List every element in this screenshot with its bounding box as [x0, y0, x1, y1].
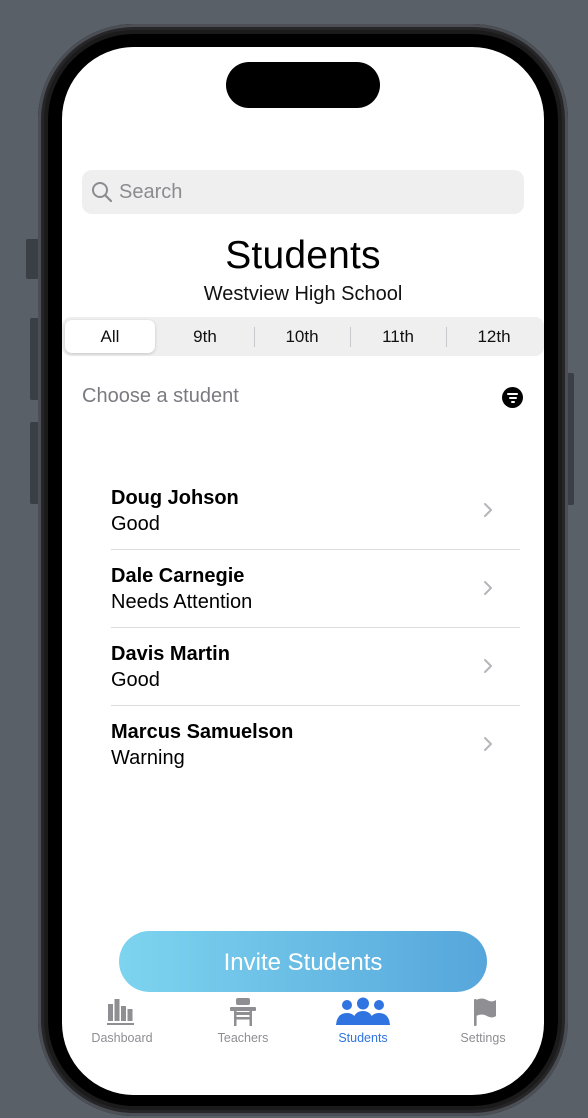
chevron-right-icon [484, 503, 492, 517]
student-row[interactable]: Marcus Samuelson Warning [111, 706, 520, 783]
tab-bar: Dashboard Teachers Students Settings [62, 997, 544, 1057]
tab-dashboard[interactable]: Dashboard [62, 997, 182, 1045]
filter-icon[interactable] [502, 387, 523, 408]
desk-icon [230, 998, 256, 1026]
tab-label: Teachers [217, 1031, 269, 1045]
chevron-right-icon [484, 659, 492, 673]
segment-11th[interactable]: 11th [351, 320, 445, 353]
screen: Students Westview High School All 9th 10… [62, 47, 544, 1095]
student-name: Davis Martin [111, 643, 230, 665]
tab-students[interactable]: Students [303, 997, 423, 1045]
tab-teachers[interactable]: Teachers [183, 997, 303, 1045]
segment-12th[interactable]: 12th [447, 320, 541, 353]
student-status: Good [111, 669, 160, 691]
books-icon [107, 999, 134, 1025]
student-list: Doug Johson Good Dale Carnegie Needs Att… [111, 472, 520, 783]
search-icon [92, 182, 113, 203]
list-header-label: Choose a student [82, 385, 239, 407]
people-icon [336, 997, 390, 1025]
segment-all[interactable]: All [65, 320, 155, 353]
grade-segmented-control: All 9th 10th 11th 12th [62, 317, 544, 356]
chevron-right-icon [484, 581, 492, 595]
flag-icon [474, 998, 496, 1026]
segment-10th[interactable]: 10th [255, 320, 349, 353]
student-status: Needs Attention [111, 591, 253, 613]
student-row[interactable]: Doug Johson Good [111, 472, 520, 550]
tab-label: Settings [460, 1031, 506, 1045]
tab-label: Students [338, 1031, 388, 1045]
student-name: Dale Carnegie [111, 565, 245, 587]
tab-settings[interactable]: Settings [423, 997, 543, 1045]
student-name: Doug Johson [111, 487, 239, 509]
tab-label: Dashboard [91, 1031, 153, 1045]
chevron-right-icon [484, 737, 492, 751]
search-input[interactable] [119, 180, 499, 204]
student-row[interactable]: Davis Martin Good [111, 628, 520, 706]
student-status: Warning [111, 747, 185, 769]
search-bar[interactable] [82, 170, 524, 214]
student-row[interactable]: Dale Carnegie Needs Attention [111, 550, 520, 628]
segment-9th[interactable]: 9th [158, 320, 252, 353]
student-name: Marcus Samuelson [111, 721, 294, 743]
dynamic-island [226, 62, 380, 108]
page-title: Students [225, 234, 381, 277]
student-status: Good [111, 513, 160, 535]
school-subtitle: Westview High School [203, 283, 403, 305]
invite-students-button[interactable]: Invite Students [119, 931, 487, 992]
